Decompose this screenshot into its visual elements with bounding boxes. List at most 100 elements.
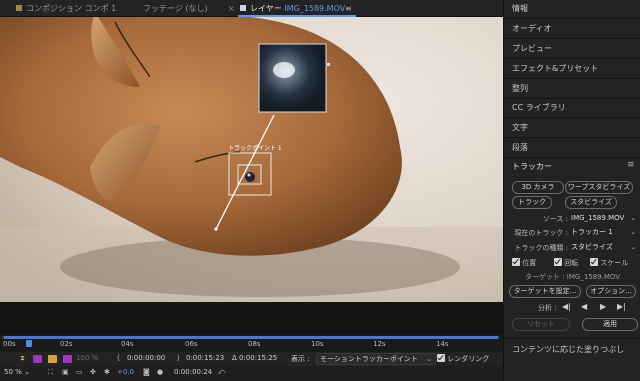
- stabilize-motion-button[interactable]: スタビライズ: [565, 196, 617, 209]
- time-end[interactable]: 0:00:15:23: [186, 354, 224, 362]
- panel-item-effects[interactable]: エフェクト&プリセット: [512, 63, 598, 74]
- comp-color-swatch: [16, 5, 22, 11]
- duration: Δ 0:00:15:25: [232, 354, 278, 362]
- current-track-label: 現在のトラック :: [514, 229, 568, 237]
- zoom-value: 50 %: [4, 368, 22, 376]
- tab-layer-name: IMG_1589.MOV: [284, 4, 346, 13]
- panel-menu-icon[interactable]: ≡: [627, 160, 635, 170]
- safe-margins-icon[interactable]: ▣: [62, 368, 69, 376]
- in-point-icon[interactable]: ⧗: [20, 354, 25, 363]
- panel-item-preview[interactable]: プレビュー: [512, 43, 552, 54]
- time-start[interactable]: 0:00:00:00: [127, 354, 165, 362]
- scale-label: スケール: [600, 259, 629, 267]
- rotation-checkbox[interactable]: [554, 258, 562, 266]
- chevron-down-icon: ⌄: [426, 355, 432, 363]
- display-dropdown[interactable]: モーショントラッカーポイント ⌄: [316, 353, 436, 365]
- footage-frame: [0, 17, 503, 302]
- panel-item-audio[interactable]: オーディオ: [512, 23, 551, 34]
- grid-icon[interactable]: ▭: [76, 368, 83, 376]
- viewer-footer-bar: 50 % ⌄ ⛶ ▣ ▭ ✤ ✱ +0.0 ◙ ● 0:00:00:24 ⤺: [0, 366, 503, 381]
- right-panel: 情報 オーディオ プレビュー エフェクト&プリセット 整列 CC ライブラリ 文…: [503, 0, 640, 381]
- tick-label: 02s: [60, 340, 73, 348]
- analyze-forward-multiple-icon[interactable]: ▶|: [617, 302, 626, 311]
- label-chip[interactable]: [63, 355, 72, 363]
- tab-composition[interactable]: コンポジション コンポ 1: [16, 3, 116, 15]
- apply-button[interactable]: 適用: [582, 318, 638, 331]
- render-toggle[interactable]: レンダリング: [437, 354, 489, 364]
- current-track-dropdown[interactable]: トラッカー 1 ⌄: [571, 227, 636, 237]
- source-label: ソース :: [542, 215, 568, 223]
- panel-item-libraries[interactable]: CC ライブラリ: [512, 102, 566, 113]
- analyze-back-multiple-icon[interactable]: ◀|: [562, 302, 571, 311]
- position-toggle[interactable]: 位置: [512, 258, 536, 268]
- viewer-tab-bar: コンポジション コンポ 1 フッテージ (なし) × レイヤー IMG_1589…: [0, 0, 503, 17]
- rotation-label: 回転: [564, 259, 579, 267]
- tab-composition-label: コンポジション コンポ 1: [26, 4, 117, 13]
- track-motion-button[interactable]: トラック: [512, 196, 552, 209]
- position-label: 位置: [522, 259, 537, 267]
- channel-icon[interactable]: ✤: [90, 368, 96, 376]
- layer-icon: [240, 5, 246, 11]
- track-point-label: トラックポイント 1: [228, 145, 282, 152]
- exposure-value[interactable]: +0.0: [117, 368, 134, 376]
- analyze-forward-icon[interactable]: ▶: [600, 302, 606, 311]
- exposure-icon[interactable]: ✱: [104, 368, 110, 376]
- render-checkbox[interactable]: [437, 354, 445, 362]
- label-chip[interactable]: [48, 355, 57, 363]
- time-ruler[interactable]: 00s 02s 04s 06s 08s 10s 12s 14s: [0, 334, 503, 352]
- panel-item-content-aware-fill[interactable]: コンテンツに応じた塗りつぶし: [512, 344, 624, 355]
- playhead[interactable]: [26, 340, 32, 347]
- tab-footage-label: フッテージ (なし): [143, 4, 208, 13]
- tick-label: 10s: [311, 340, 324, 348]
- panel-item-character[interactable]: 文字: [512, 122, 528, 133]
- divider: [504, 38, 640, 39]
- tick-label: 06s: [185, 340, 198, 348]
- divider: [504, 98, 640, 99]
- snapshot-icon[interactable]: ⤺: [218, 368, 225, 377]
- reset-button[interactable]: リセット: [512, 318, 570, 331]
- scale-checkbox[interactable]: [590, 258, 598, 266]
- divider: [504, 117, 640, 118]
- tick-label: 08s: [248, 340, 261, 348]
- camera-icon[interactable]: ◙: [143, 368, 150, 376]
- work-area-bar[interactable]: [4, 336, 498, 339]
- zoom-dropdown[interactable]: 50 % ⌄: [4, 368, 30, 376]
- panel-item-align[interactable]: 整列: [512, 83, 528, 94]
- layer-controls-bar: ⧗ 100 % { 0:00:00:00 } 0:00:15:23 Δ 0:00…: [0, 352, 503, 366]
- fit-icon[interactable]: ⛶: [48, 368, 53, 377]
- divider: [504, 58, 640, 59]
- track-type-label: トラックの種類 :: [514, 244, 568, 252]
- tab-layer-prefix: レイヤー: [250, 4, 282, 13]
- position-checkbox[interactable]: [512, 258, 520, 266]
- tab-menu-icon[interactable]: ≡: [345, 3, 352, 15]
- track-camera-button[interactable]: 3D カメラ: [512, 181, 564, 194]
- chevron-down-icon: ⌄: [630, 243, 636, 251]
- tab-footage[interactable]: フッテージ (なし): [143, 3, 208, 15]
- divider: [504, 137, 640, 138]
- analyze-back-icon[interactable]: ◀: [581, 302, 587, 311]
- close-icon[interactable]: ×: [228, 3, 235, 15]
- source-dropdown[interactable]: IMG_1589.MOV ⌄: [571, 213, 636, 223]
- rotation-toggle[interactable]: 回転: [554, 258, 578, 268]
- tick-label: 12s: [373, 340, 386, 348]
- layer-viewer[interactable]: トラックポイント 1: [0, 17, 503, 302]
- options-button[interactable]: オプション...: [586, 285, 636, 298]
- label-chip[interactable]: [33, 355, 42, 363]
- divider: [504, 157, 640, 158]
- panel-item-info[interactable]: 情報: [512, 3, 528, 14]
- color-icon[interactable]: ●: [157, 368, 163, 376]
- render-label: レンダリング: [447, 355, 490, 363]
- current-time[interactable]: 0:00:00:24: [174, 368, 212, 376]
- set-out-point-icon[interactable]: }: [176, 354, 180, 362]
- track-type-value: スタビライズ: [571, 243, 613, 251]
- scale-toggle[interactable]: スケール: [590, 258, 628, 268]
- track-type-dropdown[interactable]: スタビライズ ⌄: [571, 242, 636, 252]
- source-value: IMG_1589.MOV: [571, 214, 625, 222]
- target-label: ターゲット : IMG_1589.MOV: [525, 273, 621, 281]
- warp-stabilizer-button[interactable]: ワープスタビライズ: [565, 181, 633, 194]
- tab-layer[interactable]: レイヤー IMG_1589.MOV: [240, 3, 345, 15]
- panel-item-paragraph[interactable]: 段落: [512, 142, 528, 153]
- edit-target-button[interactable]: ターゲットを設定...: [509, 285, 581, 298]
- tick-label: 00s: [3, 340, 16, 348]
- set-in-point-icon[interactable]: {: [116, 354, 120, 362]
